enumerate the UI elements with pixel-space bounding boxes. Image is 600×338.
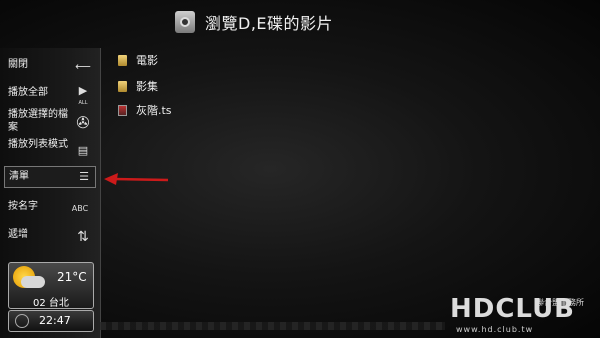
- bottom-decoration: [100, 322, 445, 330]
- video-file-icon: [118, 104, 127, 116]
- media-drive-icon: [175, 11, 195, 33]
- sidebar-item-label: 播放列表模式: [8, 139, 68, 150]
- sidebar-item-label: 關閉: [8, 59, 28, 70]
- clock-time: 22:47: [39, 314, 71, 327]
- cloud-shape: [21, 276, 45, 288]
- sidebar-item-label: 播放選擇的檔案: [8, 109, 68, 133]
- close-arrow-icon: ⟵: [75, 60, 91, 73]
- list-item[interactable]: 影集: [118, 78, 158, 94]
- file-name: 影集: [136, 80, 158, 93]
- sidebar-item-label: 遞增: [8, 229, 28, 240]
- watermark-url: www.hd.club.tw: [456, 325, 534, 334]
- play-all-icon: ▶ ALL: [74, 84, 92, 106]
- sidebar-item-label: 清單: [9, 171, 29, 182]
- file-name: 電影: [136, 54, 158, 67]
- folder-icon: [118, 80, 127, 92]
- watermark: HDCLUB 聯合盟事務所 www.hd.club.tw: [450, 294, 600, 338]
- file-name: 灰階.ts: [136, 104, 172, 117]
- weather-temperature: 21°C: [57, 270, 87, 284]
- sidebar-item-label: 按名字: [8, 201, 38, 212]
- folder-icon: [118, 54, 127, 66]
- page-title: 瀏覽D,E碟的影片: [205, 14, 334, 33]
- clock-widget: 22:47: [8, 310, 94, 332]
- title-bar: 瀏覽D,E碟的影片: [175, 8, 333, 36]
- list-item[interactable]: 灰階.ts: [118, 102, 172, 118]
- weather-location: 02 台北: [33, 298, 69, 309]
- sort-ascending-icon: ⇅: [77, 229, 89, 245]
- playlist-icon: ▤: [77, 144, 89, 157]
- list-item[interactable]: 電影: [118, 52, 158, 68]
- red-annotation-arrow: [104, 173, 169, 185]
- weather-widget: 21°C 02 台北: [8, 262, 94, 309]
- watermark-subtitle: 聯合盟事務所: [536, 298, 584, 307]
- film-reel-icon: ✇: [76, 113, 90, 132]
- play-glyph: ▶: [78, 84, 88, 97]
- clock-icon: [15, 314, 29, 328]
- play-all-badge: ALL: [78, 100, 88, 106]
- abc-sort-icon: ABC: [71, 204, 89, 213]
- sidebar-item-label: 播放全部: [8, 87, 48, 98]
- sidebar-item-list[interactable]: 清單 ☰: [4, 166, 96, 188]
- list-icon: ☰: [79, 170, 89, 183]
